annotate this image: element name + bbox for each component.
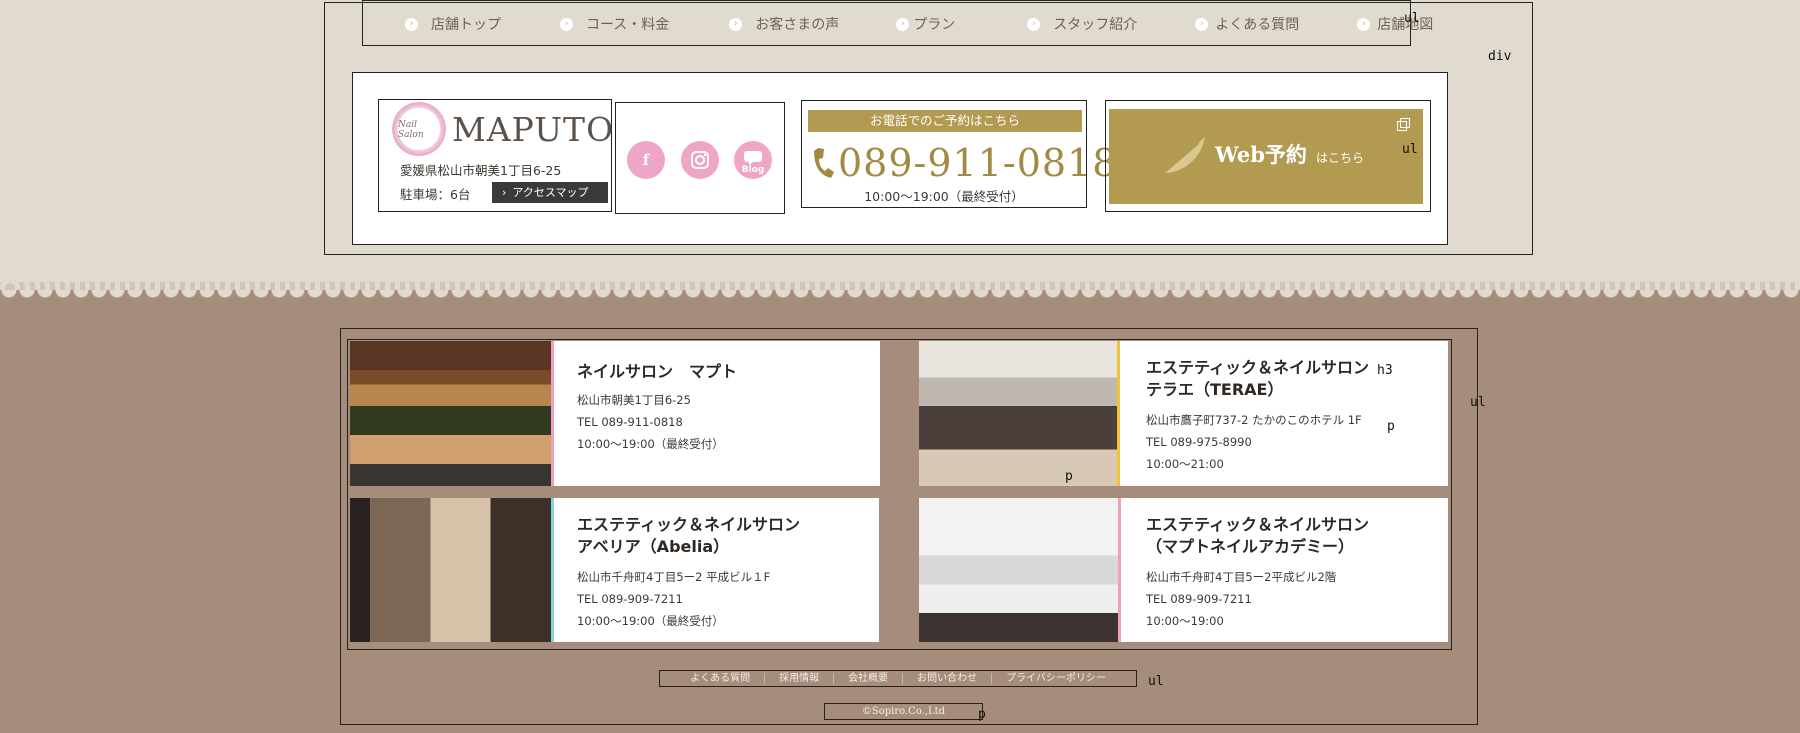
debug-label-p: p — [978, 707, 986, 722]
web-reservation-block: Web予約 はこちら — [1105, 100, 1431, 212]
footer-link-faq[interactable]: よくある質問 — [676, 673, 764, 684]
blog-button[interactable]: Blog — [734, 141, 772, 179]
chevron-right-icon: › — [896, 17, 910, 31]
shop-photo — [350, 341, 551, 486]
shop-address: 松山市千舟町4丁目5ー2平成ビル2階 — [1146, 570, 1337, 584]
footer-nav: よくある質問 採用情報 会社概要 お問い合わせ プライバシーポリシー — [659, 670, 1137, 687]
debug-label-p: p — [1387, 419, 1395, 434]
phone-heading: お電話でのご予約はこちら — [808, 110, 1082, 132]
nav-item-store-top[interactable]: › 店舗トップ — [405, 14, 501, 34]
sns-block: f Blog — [615, 102, 785, 214]
accent-bar — [551, 498, 554, 642]
shop-card[interactable]: エステティック＆ネイルサロン アベリア（Abelia） 松山市千舟町4丁目5ー2… — [350, 498, 879, 642]
shop-address: 松山市朝美1丁目6-25 — [577, 393, 691, 407]
footer-link-recruit[interactable]: 採用情報 — [764, 673, 833, 684]
shop-hours: 10:00〜19:00（最終受付） — [577, 614, 724, 628]
business-hours: 10:00〜19:00（最終受付） — [864, 189, 1024, 204]
parking-info: 駐車場：6台 — [400, 187, 471, 202]
footer-link-privacy[interactable]: プライバシーポリシー — [991, 673, 1120, 684]
chevron-right-icon: › — [502, 186, 507, 199]
chevron-right-icon: › — [729, 17, 743, 31]
shop-name: ネイルサロン マプト — [577, 362, 738, 381]
nav-item-faq[interactable]: › よくある質問 — [1195, 14, 1299, 34]
chevron-right-icon: › — [1195, 17, 1209, 31]
shop-tel: TEL 089-975-8990 — [1146, 435, 1252, 449]
shop-hours: 10:00〜19:00 — [1146, 614, 1224, 628]
shop-tel: TEL 089-909-7211 — [577, 592, 683, 606]
shop-row-gap — [350, 486, 1450, 498]
feather-icon — [1158, 137, 1205, 178]
debug-label-ul: ul — [1148, 674, 1164, 689]
shop-hours: 10:00〜19:00（最終受付） — [577, 437, 724, 451]
shop-card[interactable]: エステティック＆ネイルサロン （マプトネイルアカデミー） 松山市千舟町4丁目5ー… — [919, 498, 1448, 642]
debug-label-p: p — [1065, 469, 1073, 484]
debug-label-h3: h3 — [1377, 363, 1393, 378]
nav-item-plan[interactable]: › プラン — [896, 14, 955, 34]
phone-icon — [814, 148, 834, 178]
logo-text[interactable]: MAPUTO — [452, 110, 614, 149]
chevron-right-icon: › — [1357, 17, 1371, 31]
chevron-right-icon: › — [1027, 17, 1041, 31]
chevron-right-icon: › — [405, 17, 418, 31]
nav-item-staff[interactable]: › スタッフ紹介 — [1027, 14, 1137, 34]
shop-photo — [350, 498, 551, 642]
shop-tel: TEL 089-911-0818 — [577, 415, 683, 429]
shop-address: 松山市千舟町4丁目5ー2 平成ビル１F — [577, 570, 771, 584]
lace-divider-edge — [0, 290, 1800, 304]
nav-item-course-price[interactable]: › コース・料金 — [560, 14, 669, 34]
nav-item-map[interactable]: › 店舗地図 — [1357, 14, 1433, 34]
accent-bar — [1118, 498, 1121, 642]
global-nav: › 店舗トップ › コース・料金 › お客さまの声 › プラン › スタッフ紹介 › よくあ… — [362, 0, 1433, 46]
shop-name: エステティック＆ネイルサロン （マプトネイルアカデミー） — [1146, 515, 1370, 556]
debug-label-div: div — [1488, 49, 1512, 64]
accent-bar — [1117, 341, 1120, 486]
copyright: ©Sopiro.Co.,Ltd — [824, 703, 983, 720]
phone-reservation-block: お電話でのご予約はこちら 089-911-0818 10:00〜19:00（最終… — [801, 100, 1116, 208]
shop-name: エステティック＆ネイルサロン テラエ（TERAE） — [1146, 358, 1370, 399]
shop-card[interactable]: エステティック＆ネイルサロン テラエ（TERAE） 松山市鷹子町737-2 たか… — [919, 341, 1448, 486]
debug-label-ul: ul — [1470, 395, 1486, 410]
shop-card[interactable]: ネイルサロン マプト 松山市朝美1丁目6-25 TEL 089-911-0818… — [350, 341, 880, 486]
shop-tel: TEL 089-909-7211 — [1146, 592, 1252, 606]
accent-bar — [551, 341, 554, 486]
phone-number[interactable]: 089-911-0818 — [838, 141, 1117, 185]
store-address: 愛媛県松山市朝美1丁目6-25 — [400, 163, 562, 178]
footer-link-contact[interactable]: お問い合わせ — [902, 673, 991, 684]
web-reservation-label: Web予約 — [1215, 142, 1307, 167]
instagram-icon[interactable] — [681, 141, 719, 179]
logo-block: Nail Salon MAPUTO 愛媛県松山市朝美1丁目6-25 駐車場：6台… — [378, 99, 614, 212]
web-reservation-button[interactable]: Web予約 はこちら — [1109, 109, 1423, 204]
debug-label-ul: ul — [1404, 11, 1420, 26]
access-map-button[interactable]: › アクセスマップ — [492, 182, 608, 203]
logo-script: Nail Salon — [398, 120, 424, 140]
nav-item-voices[interactable]: › お客さまの声 — [729, 14, 839, 34]
shop-photo — [919, 498, 1118, 642]
facebook-icon[interactable]: f — [627, 141, 665, 179]
shop-photo — [919, 341, 1117, 486]
debug-label-ul: ul — [1402, 142, 1418, 157]
chevron-right-icon: › — [560, 17, 573, 31]
footer-link-company[interactable]: 会社概要 — [833, 673, 902, 684]
shop-name: エステティック＆ネイルサロン アベリア（Abelia） — [577, 515, 801, 556]
shop-hours: 10:00〜21:00 — [1146, 457, 1224, 471]
external-link-icon — [1397, 118, 1410, 131]
